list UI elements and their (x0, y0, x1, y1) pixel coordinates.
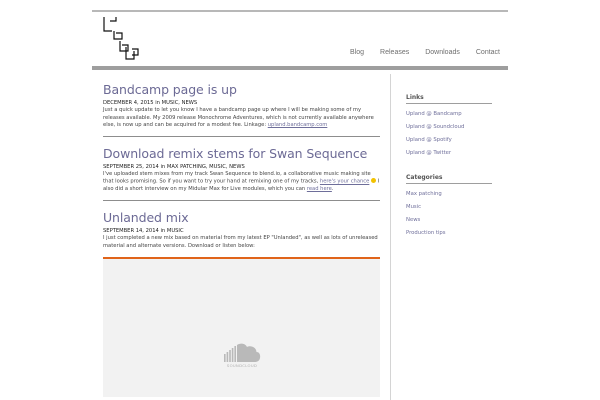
post-meta: DECEMBER 4, 2015 in MUSIC, NEWS (103, 100, 380, 107)
nav-downloads[interactable]: Downloads (425, 49, 460, 56)
links-widget: Links Upland @ Bandcamp Upland @ Soundcl… (406, 94, 494, 160)
post: Download remix stems for Swan Sequence S… (103, 146, 380, 194)
post-body: I just completed a new mix based on mate… (103, 235, 378, 249)
post-separator (103, 135, 380, 137)
sidebar-divider (390, 74, 391, 400)
list-item: Upland @ Soundcloud (406, 121, 494, 134)
post-in: in (155, 100, 160, 106)
site-logo-icon[interactable] (102, 15, 140, 61)
post-body: Just a quick update to let you know I ha… (103, 107, 380, 130)
post-date[interactable]: DECEMBER 4, 2015 (103, 100, 154, 106)
site-header: Blog Releases Downloads Contact (92, 12, 508, 67)
post-title[interactable]: Bandcamp page is up (103, 82, 380, 97)
bandcamp-link[interactable]: upland.bandcamp.com (268, 122, 328, 128)
post-meta: SEPTEMBER 25, 2014 in MAX PATCHING, MUSI… (103, 164, 380, 171)
link-spotify[interactable]: Upland @ Spotify (406, 137, 452, 143)
list-item: Max patching (406, 188, 494, 201)
list-item: Music (406, 201, 494, 214)
list-item: Upland @ Bandcamp (406, 108, 494, 121)
post-date[interactable]: SEPTEMBER 14, 2014 (103, 228, 159, 234)
post: Bandcamp page is up DECEMBER 4, 2015 in … (103, 82, 380, 130)
post-categories[interactable]: MUSIC (167, 228, 184, 234)
links-title: Links (406, 94, 424, 101)
nav-releases[interactable]: Releases (380, 49, 409, 56)
category-max-patching[interactable]: Max patching (406, 191, 442, 197)
nav-blog[interactable]: Blog (350, 49, 364, 56)
main-nav: Blog Releases Downloads Contact (334, 49, 500, 56)
remix-chance-link[interactable]: here's your chance (320, 179, 369, 185)
widget-rule (406, 103, 492, 104)
post-meta: SEPTEMBER 14, 2014 in MUSIC (103, 228, 380, 235)
category-news[interactable]: News (406, 217, 420, 223)
categories-list: Max patching Music News Production tips (406, 188, 494, 240)
link-soundcloud[interactable]: Upland @ Soundcloud (406, 124, 464, 130)
post-in: in (160, 163, 166, 170)
page: Blog Releases Downloads Contact Bandcamp… (92, 10, 508, 400)
links-list: Upland @ Bandcamp Upland @ Soundcloud Up… (406, 108, 494, 160)
categories-title: Categories (406, 174, 443, 181)
categories-widget: Categories Max patching Music News Produ… (406, 174, 494, 240)
post-date[interactable]: SEPTEMBER 25, 2014 (103, 164, 159, 170)
post: Unlanded mix SEPTEMBER 14, 2014 in MUSIC… (103, 210, 380, 398)
widget-rule (406, 183, 492, 184)
link-bandcamp[interactable]: Upland @ Bandcamp (406, 111, 462, 117)
list-item: Upland @ Spotify (406, 134, 494, 147)
soundcloud-label: SOUNDCLOUD (226, 363, 258, 369)
post-text: Just a quick update to let you know I ha… (103, 107, 374, 129)
list-item: Production tips (406, 227, 494, 240)
post-list: Bandcamp page is up DECEMBER 4, 2015 in … (103, 82, 380, 398)
list-item: Upland @ Twitter (406, 147, 494, 160)
post-title[interactable]: Unlanded mix (103, 210, 380, 225)
post-categories[interactable]: MUSIC, NEWS (162, 100, 198, 106)
post-separator (103, 200, 380, 202)
post-body: I've uploaded stem mixes from my track S… (103, 171, 380, 194)
category-production-tips[interactable]: Production tips (406, 230, 446, 236)
list-item: News (406, 214, 494, 227)
header-rule (92, 66, 508, 70)
soundcloud-embed[interactable]: SOUNDCLOUD (103, 257, 380, 398)
post-text: . (331, 186, 334, 193)
nav-contact[interactable]: Contact (476, 49, 500, 56)
interview-link[interactable]: read here (307, 186, 332, 192)
sidebar: Links Upland @ Bandcamp Upland @ Soundcl… (406, 94, 494, 254)
category-music[interactable]: Music (406, 204, 421, 210)
soundcloud-icon (224, 343, 261, 363)
post-in: in (160, 228, 166, 235)
post-title[interactable]: Download remix stems for Swan Sequence (103, 146, 380, 161)
link-twitter[interactable]: Upland @ Twitter (406, 150, 451, 156)
post-categories[interactable]: MAX PATCHING, MUSIC, NEWS (167, 164, 245, 170)
